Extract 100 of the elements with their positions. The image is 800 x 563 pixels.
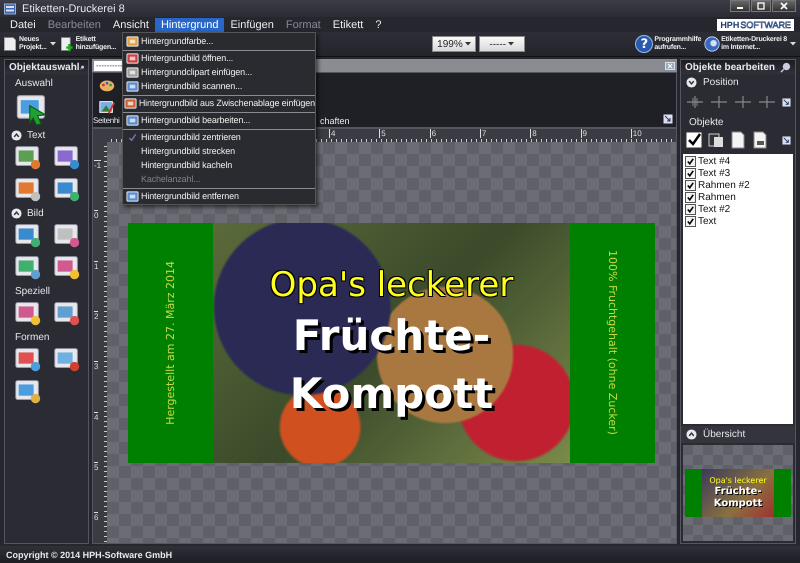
checkbox[interactable] [685, 168, 696, 178]
checkbox[interactable] [685, 180, 696, 190]
ruler-label: 6 [430, 129, 436, 138]
caret-icon [464, 42, 471, 46]
window-title: Etiketten-Druckerei 8 [22, 2, 125, 14]
zoom-dropdown[interactable]: 199% [432, 36, 476, 52]
object-list-item[interactable]: Text #4 [685, 155, 791, 167]
logo-mark: HPH [720, 20, 740, 30]
section-title: Position [703, 77, 739, 88]
panel-title: Objektauswahl [9, 62, 80, 72]
collapse-icon[interactable] [11, 208, 22, 218]
menu-item[interactable]: Hintergrundbild zentrieren [123, 129, 315, 144]
app-icon [4, 2, 16, 14]
ruler-label: -1 [94, 160, 102, 170]
menu-item[interactable]: ? [369, 18, 388, 32]
collapse-icon[interactable] [11, 130, 22, 140]
checkmark-icon [128, 132, 136, 142]
maximize-icon [756, 2, 766, 10]
section-title: Übersicht [703, 429, 746, 440]
menu-item-icon [126, 80, 138, 92]
menu-item-icon [126, 190, 138, 202]
menu-item[interactable]: Hintergrundbild scannen... [123, 79, 315, 93]
checkbox[interactable] [685, 156, 696, 166]
ruler-label: 1 [94, 260, 98, 271]
checkbox[interactable] [685, 192, 696, 202]
menu-item[interactable]: Etikett [326, 18, 370, 32]
caret-icon [508, 42, 514, 46]
add-document-icon [58, 35, 75, 53]
menu-item[interactable]: Hintergrundbild bearbeiten... [123, 112, 315, 127]
expand-icon[interactable] [782, 136, 791, 144]
status-text: Copyright © 2014 HPH-Software GmbH [6, 550, 172, 560]
section-title: Auswahl [15, 78, 53, 88]
menu-item-icon [126, 114, 138, 126]
align-icon[interactable] [709, 94, 729, 110]
line-style-dropdown[interactable]: ----- [478, 36, 525, 52]
side-text: Hergestellt am 27. März 2014 [164, 260, 177, 424]
checkbox[interactable] [685, 216, 696, 226]
menu-item[interactable]: Datei [4, 18, 42, 32]
minimize-button[interactable] [730, 0, 750, 12]
align-icon[interactable] [685, 94, 705, 110]
menu-item-icon [124, 96, 138, 110]
align-icon[interactable] [757, 94, 777, 110]
side-band [774, 469, 791, 517]
thumbnail-text: Früchte- [714, 486, 762, 498]
side-band [685, 469, 702, 517]
expand-icon[interactable] [686, 77, 697, 88]
align-icon[interactable] [733, 94, 753, 110]
checkbox[interactable] [685, 204, 696, 214]
document-icon [2, 35, 18, 53]
label-heading: Opa's leckerer [270, 264, 514, 306]
menu-item[interactable]: Hintergrundbild öffnen... [123, 50, 315, 65]
ruler-label: 7 [480, 129, 486, 138]
menu-item[interactable]: Ansicht [106, 18, 155, 32]
checkbox-icon[interactable] [685, 131, 703, 149]
layers-icon[interactable] [707, 131, 725, 149]
thumbnail-text: Opa's leckerer [709, 476, 767, 486]
ruler-label: 8 [530, 129, 537, 138]
menu-item[interactable]: Hintergrundbild aus Zwischenablage einfügen [123, 95, 315, 110]
object-list-item[interactable]: Text #2 [685, 203, 791, 215]
object-list-item[interactable]: Text [685, 215, 791, 227]
menu-item-icon [126, 34, 138, 48]
ruler-label: 9 [580, 129, 587, 138]
object-list-item[interactable]: Rahmen #2 [685, 179, 791, 191]
object-list-item[interactable]: Rahmen [685, 191, 791, 203]
object-list-item[interactable]: Text #3 [685, 167, 791, 179]
ruler-label: 2 [94, 310, 98, 321]
picture-edit-icon[interactable] [97, 98, 117, 116]
menu-item-icon [126, 52, 138, 64]
thumbnail-text: Kompott [714, 498, 762, 510]
caret-icon [50, 42, 56, 46]
menu-item[interactable]: Hintergrund [154, 18, 224, 32]
menu-item[interactable]: Hintergrundfarbe... [123, 34, 315, 48]
menu-item[interactable]: Einfügen [224, 18, 280, 32]
menu-item[interactable]: Hintergrundbild kacheln [123, 158, 315, 172]
menu-item-icon [126, 66, 138, 78]
menu-item[interactable]: Hintergrundbild entfernen [123, 188, 315, 203]
globe-icon [704, 35, 720, 53]
ruler-label: 4 [94, 412, 98, 422]
logo-word: SOFTWARE [740, 20, 791, 30]
panel-title: Objekte bearbeiten [685, 62, 776, 72]
expand-icon[interactable] [663, 114, 673, 124]
document-icon[interactable] [751, 131, 769, 149]
caret-icon [790, 42, 796, 46]
menu-item[interactable]: Hintergrundbild strecken [123, 144, 315, 158]
ruler-label: 5 [379, 129, 386, 138]
section-title: Objekte [688, 116, 724, 128]
section-title: Text [27, 130, 46, 140]
close-icon [779, 2, 789, 10]
document-icon[interactable] [729, 131, 747, 149]
section-title: Speziell [15, 286, 50, 296]
ruler-label: 0 [94, 210, 98, 220]
help-icon: ? [635, 35, 654, 53]
close-panel-icon[interactable] [665, 62, 675, 70]
ruler-label: 10 [630, 129, 642, 138]
collapse-icon[interactable] [686, 429, 697, 440]
maximize-button[interactable] [751, 0, 771, 12]
close-button[interactable] [772, 0, 796, 12]
section-title: Bild [27, 208, 44, 218]
expand-icon[interactable] [782, 98, 791, 106]
ruler-label: 4 [329, 129, 336, 138]
